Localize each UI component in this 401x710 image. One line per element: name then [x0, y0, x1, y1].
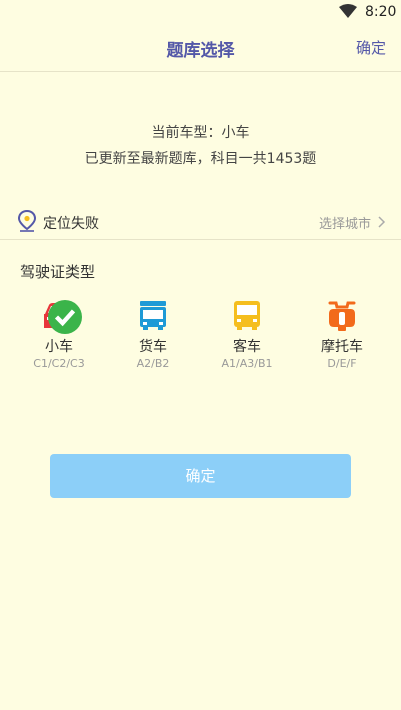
vehicle-name: 客车: [233, 339, 261, 355]
vehicle-option-car[interactable]: 小车 C1/C2/C3: [19, 298, 99, 371]
vehicle-name: 货车: [139, 339, 167, 355]
header-confirm-button[interactable]: 确定: [356, 37, 386, 58]
selected-check-icon: [48, 300, 82, 334]
vehicle-type-list: 小车 C1/C2/C3 货车 A2/B2 客车 A1/A3/B1 摩托车 D/E…: [0, 298, 401, 378]
bank-info: 当前车型：小车 已更新至最新题库，科目一共1453题: [0, 120, 401, 172]
confirm-button[interactable]: 确定: [50, 454, 351, 498]
location-status: 定位失败: [43, 216, 99, 232]
vehicle-name: 摩托车: [321, 339, 363, 355]
update-message: 已更新至最新题库，科目一共1453题: [84, 151, 317, 167]
current-vehicle-type: 当前车型：小车: [151, 125, 250, 141]
status-time: 8:20: [365, 4, 397, 20]
vehicle-codes: A2/B2: [136, 357, 170, 370]
license-type-title: 驾驶证类型: [20, 263, 96, 281]
location-pin-icon: [17, 210, 37, 232]
page-title: 题库选择: [166, 41, 235, 61]
vehicle-name: 小车: [45, 339, 73, 355]
status-bar: 8:20: [0, 0, 401, 24]
wifi-icon: [339, 4, 357, 18]
select-city-link[interactable]: 选择城市: [319, 213, 371, 232]
vehicle-option-truck[interactable]: 货车 A2/B2: [113, 298, 193, 371]
truck-icon: [135, 298, 171, 332]
app-header: 题库选择 确定: [0, 24, 401, 72]
vehicle-option-bus[interactable]: 客车 A1/A3/B1: [207, 298, 287, 371]
chevron-right-icon[interactable]: [377, 216, 386, 228]
bus-icon: [229, 298, 265, 332]
vehicle-codes: A1/A3/B1: [221, 357, 273, 370]
vehicle-option-motorcycle[interactable]: 摩托车 D/E/F: [302, 298, 382, 371]
car-icon: [41, 298, 82, 334]
vehicle-codes: C1/C2/C3: [33, 357, 85, 370]
vehicle-codes: D/E/F: [327, 357, 357, 370]
motorcycle-icon: [324, 298, 360, 332]
location-row: 定位失败 选择城市: [0, 205, 401, 240]
